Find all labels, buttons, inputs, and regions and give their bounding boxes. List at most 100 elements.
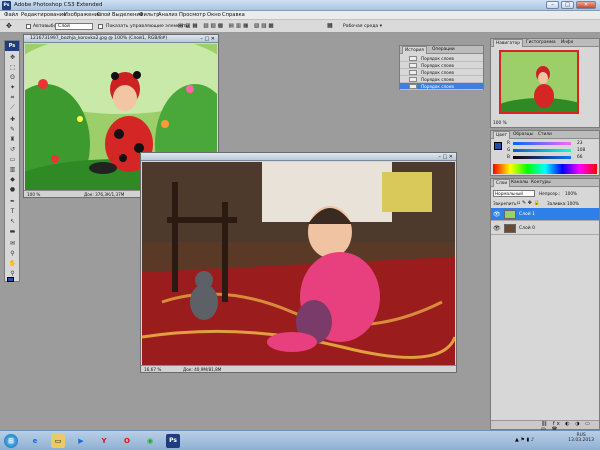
gradient-tool-icon[interactable]: ▥ <box>8 165 17 174</box>
path-select-icon[interactable]: ↖ <box>8 217 17 226</box>
lock-icons[interactable]: ▫ ✎ ✥ 🔒 <box>517 200 540 206</box>
menu-file[interactable]: Файл <box>4 12 18 18</box>
move-tool-icon[interactable]: ✥ <box>6 22 12 30</box>
autoselect-checkbox[interactable] <box>26 24 31 29</box>
autoselect-dropdown[interactable]: Слой <box>55 23 93 30</box>
shape-tool-icon[interactable]: ▬ <box>8 227 17 236</box>
color-spectrum[interactable] <box>493 164 597 174</box>
eye-icon[interactable]: 👁 <box>493 211 501 218</box>
chrome-icon[interactable]: ◉ <box>143 434 157 448</box>
menu-view[interactable]: Просмотр <box>179 12 206 18</box>
explorer-icon[interactable]: ▭ <box>51 434 65 448</box>
menu-layer[interactable]: Слой <box>97 12 110 18</box>
tab-styles[interactable]: Стили <box>536 132 554 137</box>
tab-history[interactable]: История <box>402 46 427 54</box>
app-title: Adobe Photoshop CS3 Extended <box>14 2 103 8</box>
tab-swatches[interactable]: Образцы <box>511 132 535 137</box>
crop-tool-icon[interactable]: ⌗ <box>8 93 17 102</box>
stamp-tool-icon[interactable]: ♜ <box>8 135 17 144</box>
eraser-tool-icon[interactable]: ▭ <box>8 155 17 164</box>
history-state-icon <box>409 56 417 61</box>
minimize-button[interactable]: – <box>546 1 559 9</box>
magic-wand-icon[interactable]: ✦ <box>8 83 17 92</box>
history-item[interactable]: Порядок слоев <box>400 55 483 62</box>
channel-r-label: R <box>507 141 510 146</box>
internet-explorer-icon[interactable]: e <box>28 434 42 448</box>
yandex-browser-icon[interactable]: Y <box>97 434 111 448</box>
history-item-selected[interactable]: Порядок слоев <box>400 83 483 90</box>
opera-icon[interactable]: O <box>120 434 134 448</box>
brush-tool-icon[interactable]: ✎ <box>8 125 17 134</box>
history-item[interactable]: Порядок слоев <box>400 62 483 69</box>
workspace-button[interactable]: Рабочая среда ▾ <box>343 24 382 29</box>
opacity-value[interactable]: 100% <box>565 191 577 196</box>
slider-b[interactable] <box>513 156 571 159</box>
menu-image[interactable]: Изображение <box>64 12 101 18</box>
show-controls-checkbox[interactable] <box>98 24 103 29</box>
navigator-zoom[interactable]: 100 % <box>493 121 507 126</box>
move-tool-icon[interactable]: ✥ <box>8 53 17 62</box>
slice-tool-icon[interactable]: ⟋ <box>8 103 17 112</box>
media-player-icon[interactable]: ▶ <box>74 434 88 448</box>
layer-row[interactable]: 👁 Слой 0 <box>491 222 599 235</box>
dodge-tool-icon[interactable]: ● <box>8 185 17 194</box>
document-close-icon[interactable]: – □ ✕ <box>438 154 453 160</box>
hand-tool-icon[interactable]: ✋ <box>8 259 17 268</box>
blend-mode-dropdown[interactable]: Нормальный <box>493 190 535 197</box>
tray-icons[interactable]: ▲ ⚑ ▮ ♪ <box>515 437 534 443</box>
history-item[interactable]: Порядок слоев <box>400 69 483 76</box>
foreground-swatch[interactable] <box>494 142 502 150</box>
channel-b-value[interactable]: 66 <box>577 155 582 160</box>
blur-tool-icon[interactable]: ◆ <box>8 175 17 184</box>
maximize-button[interactable]: □ <box>561 1 574 9</box>
close-button[interactable]: ✕ <box>576 1 596 9</box>
type-tool-icon[interactable]: T <box>8 207 17 216</box>
tab-actions[interactable]: Операции <box>430 47 457 52</box>
menu-filter[interactable]: Фильтр <box>139 12 160 18</box>
zoom-level[interactable]: 100 % <box>27 192 40 197</box>
fill-value[interactable]: 100% <box>567 201 579 206</box>
tab-color[interactable]: Цвет <box>493 131 511 139</box>
layers-tabs: Слои Каналы Контуры <box>491 179 599 187</box>
lasso-tool-icon[interactable]: ʘ <box>8 73 17 82</box>
document-window-photo[interactable]: – □ ✕ 16,67 % Док: 40,9М/81,8М <box>140 152 457 373</box>
marquee-tool-icon[interactable]: ⬚ <box>8 63 17 72</box>
tab-layers[interactable]: Слои <box>493 179 511 187</box>
foreground-color[interactable] <box>7 277 14 282</box>
channel-g-value[interactable]: 108 <box>577 148 585 153</box>
menu-window[interactable]: Окно <box>207 12 221 18</box>
eye-icon[interactable]: 👁 <box>493 225 501 232</box>
document-title: 1216731997_bozhja_korovka2.jpg @ 100% (С… <box>30 36 168 41</box>
tab-paths[interactable]: Контуры <box>529 180 553 185</box>
start-orb-icon[interactable]: ⊞ <box>4 434 18 448</box>
clock[interactable]: RUS 13.03.2013 <box>568 433 594 443</box>
navigator-preview[interactable] <box>499 50 579 114</box>
photoshop-taskbar-icon[interactable]: Ps <box>166 434 180 448</box>
notes-tool-icon[interactable]: ✉ <box>8 239 17 248</box>
pen-tool-icon[interactable]: ✒ <box>8 197 17 206</box>
layer-row[interactable]: 👁 Слой 1 <box>491 208 599 221</box>
healing-brush-icon[interactable]: ✚ <box>8 115 17 124</box>
layers-footer-icons[interactable]: ⛓ fx ◐ ◑ ▭ ▤ 🗑 <box>491 420 599 433</box>
eyedropper-icon[interactable]: ⚲ <box>8 249 17 258</box>
document-titlebar[interactable]: 1216731997_bozhja_korovka2.jpg @ 100% (С… <box>24 35 218 43</box>
tab-navigator[interactable]: Навигатор <box>493 39 523 47</box>
menu-help[interactable]: Справка <box>222 12 245 18</box>
zoom-level[interactable]: 16,67 % <box>144 367 161 372</box>
history-brush-icon[interactable]: ↺ <box>8 145 17 154</box>
align-icons[interactable]: ▤▥▦ ▧▨▩ ▤▥▦ ▧▨▩ <box>178 23 276 29</box>
slider-g[interactable] <box>513 149 571 152</box>
document-titlebar[interactable]: – □ ✕ <box>141 153 456 161</box>
channel-r-value[interactable]: 23 <box>577 141 582 146</box>
layer-thumbnail <box>504 224 516 233</box>
tab-info[interactable]: Инфо <box>559 40 575 45</box>
menu-analysis[interactable]: Анализ <box>158 12 178 18</box>
history-item[interactable]: Порядок слоев <box>400 76 483 83</box>
tab-channels[interactable]: Каналы <box>509 180 530 185</box>
document-status-bar: 16,67 % Док: 40,9М/81,8М <box>141 365 456 372</box>
workspace-icon[interactable]: ▦ <box>327 22 333 29</box>
menu-edit[interactable]: Редактирование <box>21 12 66 18</box>
document-close-icon[interactable]: – □ ✕ <box>200 36 215 42</box>
tab-histogram[interactable]: Гистограмма <box>524 40 558 45</box>
slider-r[interactable] <box>513 142 571 145</box>
